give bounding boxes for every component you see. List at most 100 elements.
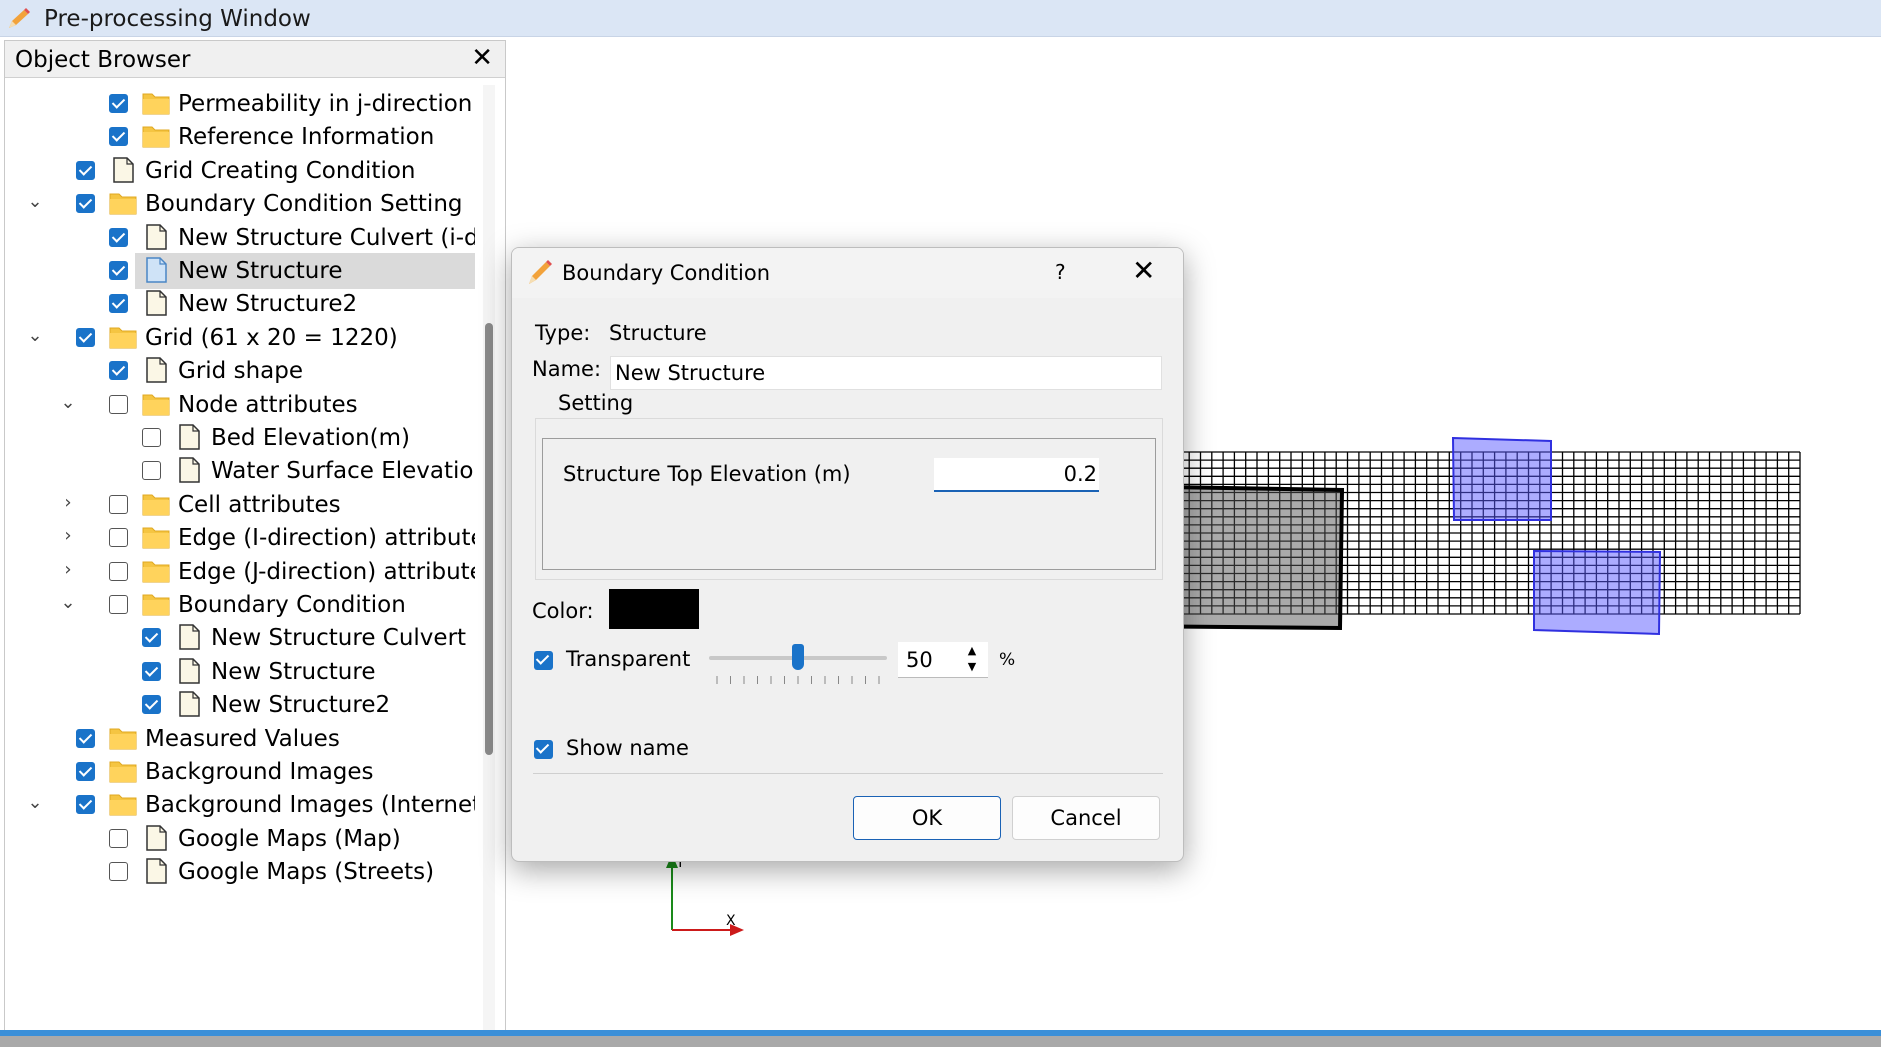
tree-item-label: New Structure Culvert ... [211,625,475,652]
structure-new-structure-culvert[interactable] [1451,436,1552,521]
tree-item-checkbox[interactable] [76,762,95,781]
tree-item-checkbox[interactable] [109,862,128,882]
folder-icon [109,794,137,816]
transparency-slider-thumb[interactable] [792,644,804,670]
tree-item[interactable]: New Structure Culvert ... [5,619,475,657]
tree-item[interactable]: Google Maps (Streets) [5,853,475,891]
tree-item-checkbox[interactable] [142,695,161,715]
tree-item[interactable]: Water Surface Elevatio... [5,452,475,490]
tree-item[interactable]: New Structure2 [5,285,475,323]
document-icon [179,691,200,717]
tree-item-checkbox[interactable] [109,595,128,614]
pencil-icon [9,8,30,28]
tree-item-checkbox[interactable] [142,461,161,481]
color-swatch-button[interactable] [609,589,699,629]
spin-down-icon[interactable]: ▼ [960,660,984,676]
close-icon[interactable]: ✕ [471,43,493,73]
cancel-button[interactable]: Cancel [1012,796,1160,840]
tree-item[interactable]: Grid shape [5,352,475,390]
transparency-value: 50 [906,648,933,672]
tree-item-checkbox[interactable] [109,528,128,548]
object-tree: Permeability in j-direction Reference Inf… [5,85,475,1031]
tree-item-label: New Structure [178,258,343,284]
tree-item-checkbox[interactable] [109,127,128,147]
tree-item[interactable]: Reference Information [5,118,475,156]
structure-new-structure2[interactable] [1533,549,1662,636]
tree-item[interactable]: › Cell attributes [5,486,475,524]
tree-item-checkbox[interactable] [76,194,95,214]
tree-item[interactable]: Grid Creating Condition [5,152,475,190]
tree-item-label: Grid Creating Condition [145,157,416,184]
tree-item[interactable]: ⌄ Node attributes [5,386,475,424]
document-icon [146,257,167,283]
chevron-down-icon[interactable]: ⌄ [26,191,44,213]
tree-item[interactable]: ⌄ Background Images (Internet) [5,786,475,824]
tree-item-checkbox[interactable] [76,160,95,180]
tree-item-checkbox[interactable] [109,494,128,514]
object-browser-title: Object Browser [15,47,191,73]
transparent-checkbox[interactable] [534,651,553,670]
transparency-spinbox[interactable]: 50 ▲ ▼ [898,642,988,678]
tree-item-checkbox[interactable] [76,327,95,347]
chevron-down-icon[interactable]: ⌄ [26,325,44,347]
chevron-right-icon[interactable]: › [59,559,77,581]
tree-item[interactable]: › Edge (J-direction) attributes [5,553,475,591]
tree-item-checkbox[interactable] [76,728,95,748]
tree-item-label: Grid (61 x 20 = 1220) [145,324,398,351]
elevation-input[interactable]: 0.2 [934,458,1099,492]
dialog-separator [533,773,1163,774]
tree-item-checkbox[interactable] [109,261,128,280]
tree-item-label: Background Images [145,759,374,785]
tree-item[interactable]: Permeability in j-direction [5,85,475,123]
tree-item[interactable]: Measured Values [5,720,475,758]
tree-item-checkbox[interactable] [109,294,128,314]
tree-item-label: Boundary Condition [178,592,406,618]
tree-item-checkbox[interactable] [142,661,161,681]
tree-item-checkbox[interactable] [142,428,161,447]
folder-icon [142,594,170,616]
tree-item-checkbox[interactable] [109,94,128,113]
tree-item-checkbox[interactable] [109,828,128,848]
chevron-right-icon[interactable]: › [59,492,77,514]
ok-button[interactable]: OK [853,796,1001,840]
scrollbar-thumb[interactable] [485,323,493,755]
tree-item-checkbox[interactable] [76,795,95,815]
pencil-icon [529,260,552,284]
folder-icon [109,728,137,750]
tree-item[interactable]: ⌄ Boundary Condition Setting [5,185,475,223]
chevron-down-icon[interactable]: ⌄ [26,792,44,814]
tree-item[interactable]: New Structure [5,252,475,290]
name-field[interactable]: New Structure [610,356,1162,390]
tree-item-checkbox[interactable] [109,227,128,247]
dialog-close-button[interactable]: ✕ [1132,254,1155,287]
tree-item-checkbox[interactable] [109,361,128,381]
tree-item[interactable]: ⌄ Grid (61 x 20 = 1220) [5,319,475,357]
document-icon [179,457,200,484]
tree-item[interactable]: Bed Elevation(m) [5,419,475,457]
slider-ticks [716,676,880,684]
document-icon [113,157,134,183]
tree-item-checkbox[interactable] [109,394,128,414]
tree-item-checkbox[interactable] [109,561,128,581]
tree-item[interactable]: ⌄ Boundary Condition [5,586,475,624]
color-label: Color: [532,599,594,623]
tree-item-label: Permeability in j-direction [178,91,473,117]
tree-item[interactable]: Background Images [5,753,475,791]
spin-up-icon[interactable]: ▲ [960,644,984,660]
percent-label: % [999,650,1016,670]
tree-item-checkbox[interactable] [142,628,161,648]
tree-item[interactable]: › Edge (I-direction) attributes [5,519,475,557]
tree-item[interactable]: Google Maps (Map) [5,820,475,858]
chevron-right-icon[interactable]: › [59,525,77,547]
tree-item[interactable]: New Structure [5,653,475,691]
show-name-checkbox[interactable] [534,740,553,759]
tree-item-label: New Structure2 [211,692,391,719]
tree-item[interactable]: New Structure Culvert (i-d... [5,219,475,257]
chevron-down-icon[interactable]: ⌄ [59,592,77,614]
object-browser-header: Object Browser ✕ [5,41,505,78]
tree-item[interactable]: New Structure2 [5,686,475,724]
object-browser-panel: Object Browser ✕ Permeability in j-direc… [4,40,506,1032]
help-button[interactable]: ? [1055,260,1066,284]
chevron-down-icon[interactable]: ⌄ [59,392,77,414]
type-label: Type: [535,321,591,345]
